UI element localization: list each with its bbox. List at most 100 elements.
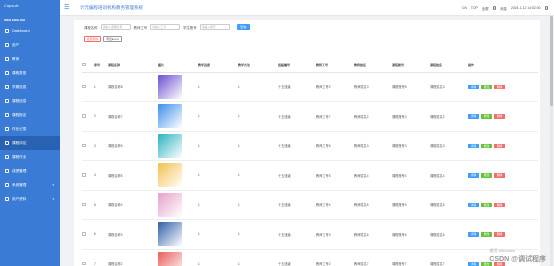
delete-button[interactable]: 删除	[494, 232, 505, 237]
row-checkbox[interactable]	[82, 202, 86, 206]
table-row: 3 课程名称6 1 1 十五班级 教师工号6 教师姓名3 课程账号3 课程姓名3 详情 修改 删除	[82, 131, 538, 161]
view-button[interactable]: 详情	[468, 173, 479, 178]
student-account-label: 学生账号	[183, 25, 197, 30]
course-image-cell	[158, 160, 198, 191]
datetime: 2024-1-12 14:52:00	[510, 6, 541, 10]
page-scrollbar[interactable]	[550, 16, 553, 266]
view-button[interactable]: 详情	[468, 114, 479, 119]
cell-cname: 课程姓名6	[430, 219, 468, 250]
cell-name: 课程名称2	[108, 249, 158, 266]
row-checkbox[interactable]	[82, 173, 86, 177]
export-button[interactable]: 导出Excel	[103, 36, 122, 42]
delete-button[interactable]: 删除	[494, 173, 505, 178]
row-checkbox[interactable]	[82, 261, 86, 265]
sidebar-item-label: 系统管理	[12, 182, 27, 187]
lang-switch[interactable]: CN	[462, 6, 467, 10]
sidebar-item[interactable]: 教师	[0, 52, 60, 66]
row-checkbox[interactable]	[82, 84, 86, 88]
assignment-icon	[5, 155, 9, 159]
messages-link[interactable]: 消息	[500, 6, 507, 11]
cell-prog: 1	[198, 72, 238, 102]
grade-icon	[5, 169, 9, 173]
course-thumbnail	[158, 222, 182, 247]
row-actions-cell: 详情 修改 删除	[468, 101, 538, 132]
cell-no: 4	[94, 160, 108, 191]
row-actions-cell: 详情 修改 删除	[468, 190, 538, 220]
sidebar-item[interactable]: 课程报名	[0, 108, 60, 122]
table-row: 2 课程名称7 1 1 十五班级 教师工号7 教师姓名2 课程账号2 课程姓名2 详情 修改 删除	[82, 101, 538, 132]
sidebar-item[interactable]: 用户资料 ▾	[0, 192, 60, 206]
cell-cname: 课程姓名2	[430, 101, 468, 132]
select-all-checkbox[interactable]	[82, 62, 86, 66]
row-actions: 详情 修改 删除	[468, 143, 538, 148]
edit-button[interactable]: 修改	[481, 114, 492, 119]
cell-prog: 1	[198, 190, 238, 220]
sidebar-item[interactable]: 作业记录	[0, 122, 60, 136]
cell-tname: 教师姓名7	[354, 249, 392, 266]
row-actions: 详情 修改 删除	[468, 202, 538, 207]
row-checkbox[interactable]	[82, 232, 86, 236]
delete-button[interactable]: 删除	[494, 202, 505, 207]
sidebar-item[interactable]: 课程评论	[0, 136, 60, 150]
scrollbar-thumb[interactable]	[550, 16, 553, 106]
edit-button[interactable]: 修改	[481, 173, 492, 178]
delete-button[interactable]: 删除	[494, 84, 505, 89]
sidebar-item[interactable]: 课程作业	[0, 150, 60, 164]
sidebar-item[interactable]: 课程信息	[0, 94, 60, 108]
top-link[interactable]: TOP	[471, 6, 478, 10]
sidebar-item[interactable]: 学期信息	[0, 80, 60, 94]
sidebar-item[interactable]: Dashboard	[0, 24, 60, 38]
sidebar-item-label: 课程类型	[12, 70, 27, 75]
teacher-id-input[interactable]: 请输入工号	[150, 24, 181, 30]
delete-button[interactable]: 删除	[494, 114, 505, 119]
edit-button[interactable]: 修改	[481, 232, 492, 237]
cell-no: 6	[94, 219, 108, 250]
sidebar-item[interactable]: 课程类型	[0, 66, 60, 80]
cell-tname: 教师姓名5	[354, 190, 392, 220]
col-header: 班级编号	[278, 58, 316, 73]
sidebar-item[interactable]: 系统管理 ▾	[0, 178, 60, 192]
delete-button[interactable]: 删除	[494, 143, 505, 148]
view-button[interactable]: 详情	[468, 232, 479, 237]
col-header: 图片	[158, 58, 198, 73]
view-button[interactable]: 详情	[468, 202, 479, 207]
cell-tid: 教师工号4	[316, 190, 354, 220]
cell-prog: 1	[198, 131, 238, 161]
cell-tid: 教师工号3	[316, 219, 354, 250]
cell-name: 课程名称7	[108, 101, 158, 132]
student-account-input[interactable]: 请输入账号	[199, 24, 230, 30]
cell-tid: 教师工号6	[316, 131, 354, 161]
avatar[interactable]	[544, 6, 548, 10]
course-info-icon	[5, 99, 9, 103]
menu-toggle-icon[interactable]: ☰	[64, 4, 74, 11]
cell-cname: 课程姓名3	[430, 72, 468, 102]
row-checkbox[interactable]	[82, 143, 86, 147]
edit-button[interactable]: 修改	[481, 143, 492, 148]
col-header: 序号	[94, 58, 108, 73]
cell-cls: 十五班级	[278, 219, 316, 250]
col-header: 教学方法	[238, 58, 278, 73]
bell-icon[interactable]	[492, 6, 497, 10]
cell-name: 课程名称8	[108, 72, 158, 102]
cell-prog: 1	[198, 101, 238, 132]
view-button[interactable]: 详情	[468, 84, 479, 89]
fullscreen-button[interactable]: 全屏	[482, 6, 489, 11]
batch-delete-button[interactable]: 批量删除	[84, 36, 102, 42]
edit-button[interactable]: 修改	[481, 84, 492, 89]
edit-button[interactable]: 修改	[481, 202, 492, 207]
view-button[interactable]: 详情	[468, 261, 479, 266]
course-name-input[interactable]: 请输入课程名称	[100, 24, 131, 30]
row-checkbox[interactable]	[82, 114, 86, 118]
row-select-cell	[82, 131, 94, 161]
sidebar-item[interactable]: 用户	[0, 38, 60, 52]
cell-acc: 课程账号7	[392, 249, 430, 266]
system-title: 计元编程培训机构教务管理系统	[80, 4, 143, 10]
sidebar-item[interactable]: 成绩管理	[0, 164, 60, 178]
search-button[interactable]: 查询	[236, 24, 250, 30]
cell-tname: 教师姓名3	[354, 131, 392, 161]
view-button[interactable]: 详情	[468, 143, 479, 148]
sidebar-item-label: 课程信息	[12, 98, 27, 103]
table-row: 1 课程名称8 1 1 十五班级 教师工号2 教师姓名3 课程账号8 课程姓名3 详情 修改 删除	[82, 72, 538, 102]
cell-cls: 十五班级	[278, 72, 316, 102]
row-select-cell	[82, 249, 94, 266]
